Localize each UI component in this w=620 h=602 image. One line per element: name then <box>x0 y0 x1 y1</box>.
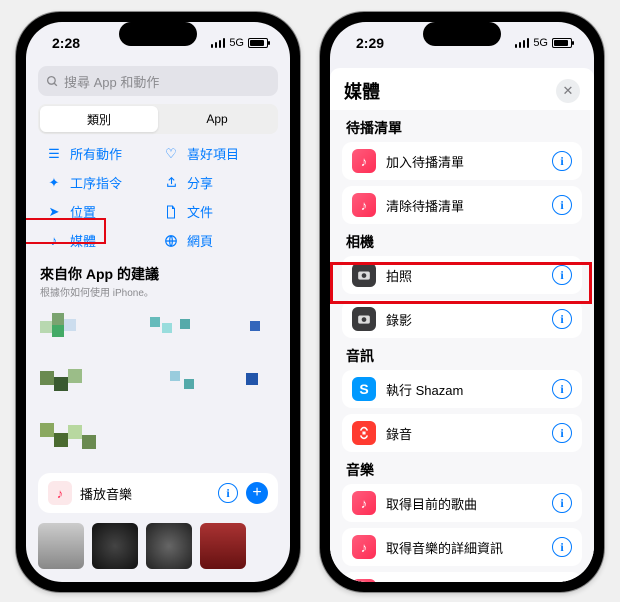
cat-label: 網頁 <box>187 231 213 250</box>
phone-left: 2:28 5G 搜尋 App 和動作 類別 App ☰ 所有動作 ♡ 喜好項目 <box>16 12 300 592</box>
shazam-icon: S <box>352 377 376 401</box>
action-clear-up-next[interactable]: ♪ 清除待播清單 i <box>342 186 582 224</box>
cat-web[interactable]: 網頁 <box>163 231 270 250</box>
cat-share[interactable]: 分享 <box>163 173 270 192</box>
status-right: 5G <box>211 37 268 49</box>
action-label: 錄音 <box>386 424 542 443</box>
seg-categories[interactable]: 類別 <box>40 106 158 132</box>
pixelated-icon <box>40 313 260 351</box>
search-input[interactable]: 搜尋 App 和動作 <box>38 66 278 96</box>
add-button[interactable]: + <box>246 482 268 504</box>
clock: 2:29 <box>356 35 384 51</box>
network-label: 5G <box>533 37 548 49</box>
cat-label: 工序指令 <box>70 173 122 192</box>
apple-music-icon: ♪ <box>352 149 376 173</box>
album-suggestions <box>38 523 278 569</box>
search-placeholder: 搜尋 App 和動作 <box>64 72 159 91</box>
suggestion-row-blurred[interactable] <box>40 309 276 355</box>
sheet-title: 媒體 <box>344 78 556 104</box>
action-record-video[interactable]: 錄影 i <box>342 300 582 338</box>
cat-label: 文件 <box>187 202 213 221</box>
suggestions-title: 來自你 App 的建議 <box>26 254 290 284</box>
group-camera: 相機 <box>330 224 594 256</box>
action-label: 取得目前的歌曲 <box>386 494 542 513</box>
search-icon <box>46 75 59 88</box>
action-add-up-next[interactable]: ♪ 加入待播清單 i <box>342 142 582 180</box>
apple-music-icon: ♪ <box>352 535 376 559</box>
info-icon[interactable]: i <box>552 537 572 557</box>
group-playlist: 待播清單 <box>330 110 594 142</box>
cat-scripting[interactable]: ✦ 工序指令 <box>46 173 153 192</box>
cat-label: 喜好項目 <box>187 144 239 163</box>
voice-memo-icon <box>352 421 376 445</box>
share-icon <box>163 176 179 189</box>
heart-icon: ♡ <box>163 146 179 162</box>
info-icon[interactable]: i <box>218 483 238 503</box>
pixelated-icon <box>40 421 180 459</box>
red-highlight-media <box>26 218 106 244</box>
cat-label: 分享 <box>187 173 213 192</box>
action-label: 清除待播清單 <box>386 196 542 215</box>
info-icon[interactable]: i <box>552 493 572 513</box>
screen-left: 2:28 5G 搜尋 App 和動作 類別 App ☰ 所有動作 ♡ 喜好項目 <box>26 22 290 582</box>
apple-music-icon: ♪ <box>48 481 72 505</box>
dynamic-island <box>119 22 197 46</box>
action-label: 尋找音樂 <box>386 582 572 583</box>
suggestion-row-blurred[interactable] <box>40 363 276 409</box>
battery-icon <box>248 38 268 48</box>
group-audio: 音訊 <box>330 338 594 370</box>
album-art[interactable] <box>38 523 84 569</box>
segmented-control[interactable]: 類別 App <box>38 104 278 134</box>
battery-icon <box>552 38 572 48</box>
signal-icon <box>515 38 530 48</box>
group-music: 音樂 <box>330 452 594 484</box>
seg-apps[interactable]: App <box>158 106 276 132</box>
network-label: 5G <box>229 37 244 49</box>
apple-music-icon: ♪ <box>352 193 376 217</box>
action-record-audio[interactable]: 錄音 i <box>342 414 582 452</box>
wand-icon: ✦ <box>46 175 62 191</box>
list-icon: ☰ <box>46 146 62 162</box>
document-icon <box>163 205 179 219</box>
apple-music-icon: ♪ <box>352 491 376 515</box>
info-icon[interactable]: i <box>552 309 572 329</box>
info-icon[interactable]: i <box>552 195 572 215</box>
dynamic-island <box>423 22 501 46</box>
screen-right: 2:29 5G 媒體 ✕ 待播清單 ♪ 加入待播清單 i ♪ <box>330 22 594 582</box>
signal-icon <box>211 38 226 48</box>
action-current-song[interactable]: ♪ 取得目前的歌曲 i <box>342 484 582 522</box>
pixelated-icon <box>40 367 260 405</box>
clock: 2:28 <box>52 35 80 51</box>
close-button[interactable]: ✕ <box>556 79 580 103</box>
album-art[interactable] <box>92 523 138 569</box>
cat-all-actions[interactable]: ☰ 所有動作 <box>46 144 153 163</box>
play-music-label: 播放音樂 <box>80 484 210 503</box>
phone-right: 2:29 5G 媒體 ✕ 待播清單 ♪ 加入待播清單 i ♪ <box>320 12 604 592</box>
info-icon[interactable]: i <box>552 423 572 443</box>
album-art[interactable] <box>146 523 192 569</box>
action-music-detail[interactable]: ♪ 取得音樂的詳細資訊 i <box>342 528 582 566</box>
play-music-card[interactable]: ♪ 播放音樂 i + <box>38 473 278 513</box>
info-icon[interactable]: i <box>552 379 572 399</box>
action-label: 取得音樂的詳細資訊 <box>386 538 542 557</box>
category-grid: ☰ 所有動作 ♡ 喜好項目 ✦ 工序指令 分享 ➤ 位置 <box>26 144 290 254</box>
suggestions-subtitle: 根據你如何使用 iPhone。 <box>26 284 290 305</box>
cat-favorites[interactable]: ♡ 喜好項目 <box>163 144 270 163</box>
action-label: 錄影 <box>386 310 542 329</box>
status-right: 5G <box>515 37 572 49</box>
action-label: 加入待播清單 <box>386 152 542 171</box>
info-icon[interactable]: i <box>552 151 572 171</box>
action-label: 執行 Shazam <box>386 380 542 399</box>
cat-documents[interactable]: 文件 <box>163 202 270 221</box>
action-shazam[interactable]: S 執行 Shazam i <box>342 370 582 408</box>
globe-icon <box>163 234 179 248</box>
red-highlight-take-photo <box>330 262 592 304</box>
apple-music-icon: ♪ <box>352 579 376 582</box>
media-sheet: 媒體 ✕ 待播清單 ♪ 加入待播清單 i ♪ 清除待播清單 i 相機 <box>330 68 594 582</box>
action-find-music[interactable]: ♪ 尋找音樂 <box>342 572 582 582</box>
camera-icon <box>352 307 376 331</box>
suggestion-row-blurred[interactable] <box>40 417 276 463</box>
cat-label: 所有動作 <box>70 144 122 163</box>
album-art[interactable] <box>200 523 246 569</box>
